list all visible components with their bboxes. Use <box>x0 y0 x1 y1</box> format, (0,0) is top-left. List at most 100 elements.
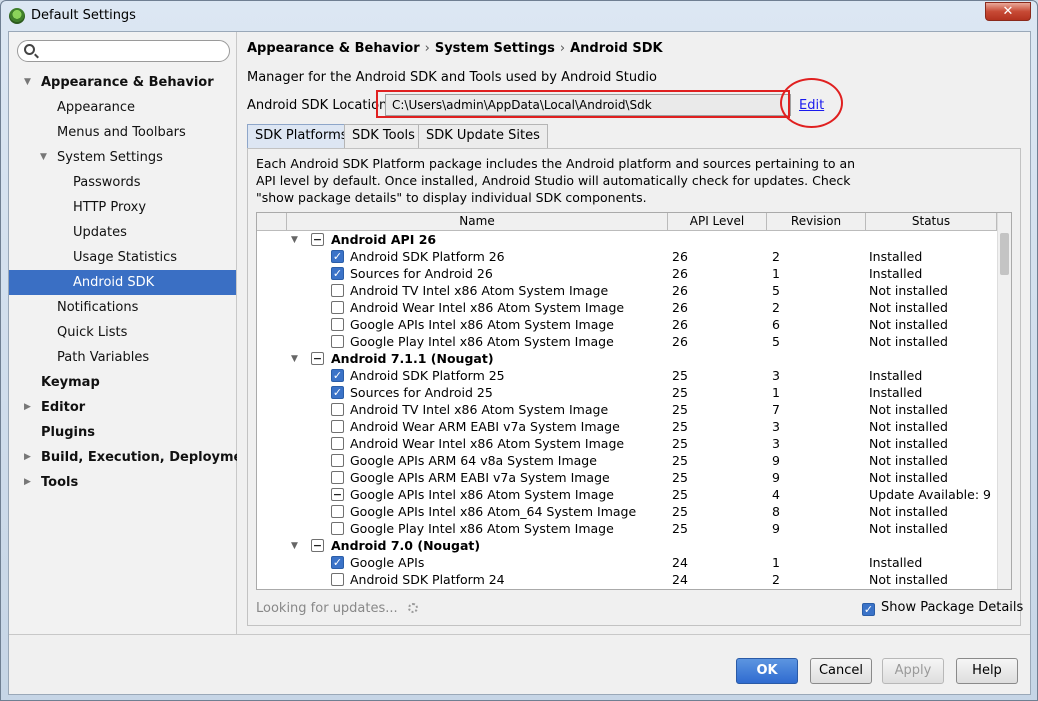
group-checkbox[interactable]: − <box>311 539 324 552</box>
api-level-cell: 25 <box>672 504 688 519</box>
sidebar-item-notifications[interactable]: Notifications <box>9 295 236 320</box>
help-button[interactable]: Help <box>956 658 1018 684</box>
table-group-row[interactable]: ▼ − Android 7.0 (Nougat) <box>257 537 997 554</box>
sidebar-item-usage-statistics[interactable]: Usage Statistics <box>9 245 236 270</box>
package-checkbox[interactable]: − <box>331 488 344 501</box>
red-highlight-ellipse <box>780 78 843 128</box>
group-checkbox[interactable]: − <box>311 233 324 246</box>
table-group-row[interactable]: ▼ − Android 7.1.1 (Nougat) <box>257 350 997 367</box>
table-row[interactable]: Android Wear Intel x86 Atom System Image… <box>257 299 997 316</box>
table-body: ▼ − Android API 26 ✓ Android SDK Platform 26… <box>257 231 997 588</box>
sidebar-item-appearance[interactable]: Appearance <box>9 95 236 120</box>
sidebar-item-editor[interactable]: ▶ Editor <box>9 395 236 420</box>
collapsed-arrow-icon[interactable]: ▶ <box>24 470 31 495</box>
table-group-row[interactable]: ▼ − Android API 26 <box>257 231 997 248</box>
table-row[interactable]: ✓ Sources for Android 26 26 1 Installed <box>257 265 997 282</box>
collapsed-arrow-icon[interactable]: ▶ <box>24 395 31 420</box>
sidebar-item-keymap[interactable]: Keymap <box>9 370 236 395</box>
sidebar-item-system-settings[interactable]: ▼ System Settings <box>9 145 236 170</box>
table-row[interactable]: ✓ Sources for Android 25 25 1 Installed <box>257 384 997 401</box>
table-row[interactable]: Google APIs Intel x86 Atom_64 System Ima… <box>257 503 997 520</box>
show-package-details[interactable]: ✓ Show Package Details <box>862 600 1023 616</box>
package-checkbox[interactable] <box>331 471 344 484</box>
package-checkbox[interactable] <box>331 318 344 331</box>
package-checkbox[interactable] <box>331 301 344 314</box>
package-checkbox[interactable] <box>331 403 344 416</box>
package-name: Google APIs Intel x86 Atom_64 System Ima… <box>350 504 637 519</box>
sidebar-item-quick-lists[interactable]: Quick Lists <box>9 320 236 345</box>
table-row[interactable]: Google Play Intel x86 Atom System Image 2… <box>257 520 997 537</box>
title-bar[interactable]: Default Settings ✕ <box>1 1 1037 31</box>
sidebar-item-build-execution-deployment[interactable]: ▶ Build, Execution, Deployment <box>9 445 258 470</box>
table-row[interactable]: ✓ Android SDK Platform 25 25 3 Installed <box>257 367 997 384</box>
sidebar-item-updates[interactable]: Updates <box>9 220 236 245</box>
breadcrumb-separator: › <box>559 41 566 56</box>
show-details-checkbox[interactable]: ✓ <box>862 603 875 616</box>
column-header-api-level[interactable]: API Level <box>668 213 767 231</box>
table-row[interactable]: Android TV Intel x86 Atom System Image 26… <box>257 282 997 299</box>
column-header-toggle <box>257 213 287 231</box>
tab-sdk-platforms[interactable]: SDK Platforms <box>247 124 356 148</box>
expanded-arrow-icon[interactable]: ▼ <box>291 235 298 245</box>
red-highlight-box <box>376 90 790 118</box>
table-row[interactable]: ✓ Google APIs 24 1 Installed <box>257 554 997 571</box>
sidebar-item-http-proxy[interactable]: HTTP Proxy <box>9 195 236 220</box>
expanded-arrow-icon[interactable]: ▼ <box>40 145 47 170</box>
package-checkbox[interactable] <box>331 420 344 433</box>
expanded-arrow-icon[interactable]: ▼ <box>24 70 31 95</box>
search-input[interactable] <box>40 43 225 59</box>
sidebar-item-appearance-behavior[interactable]: ▼ Appearance & Behavior <box>9 70 236 95</box>
ok-button[interactable]: OK <box>736 658 798 684</box>
status-cell: Installed <box>869 385 923 400</box>
package-checkbox[interactable] <box>331 437 344 450</box>
expanded-arrow-icon[interactable]: ▼ <box>291 354 298 364</box>
table-row[interactable]: Android SDK Platform 24 24 2 Not installed <box>257 571 997 588</box>
expanded-arrow-icon[interactable]: ▼ <box>291 541 298 551</box>
close-button[interactable]: ✕ <box>985 2 1031 21</box>
package-checkbox[interactable]: ✓ <box>331 267 344 280</box>
table-row[interactable]: Google APIs ARM EABI v7a System Image 25 9… <box>257 469 997 486</box>
cancel-button[interactable]: Cancel <box>810 658 872 684</box>
sidebar-item-path-variables[interactable]: Path Variables <box>9 345 236 370</box>
apply-button[interactable]: Apply <box>882 658 944 684</box>
package-checkbox[interactable] <box>331 454 344 467</box>
status-cell: Installed <box>869 249 923 264</box>
table-row[interactable]: Google APIs Intel x86 Atom System Image 2… <box>257 316 997 333</box>
package-checkbox[interactable]: ✓ <box>331 556 344 569</box>
column-header-status[interactable]: Status <box>866 213 997 231</box>
column-header-revision[interactable]: Revision <box>767 213 866 231</box>
vertical-scrollbar[interactable] <box>997 213 1011 589</box>
loading-status: Looking for updates... <box>256 601 418 616</box>
settings-window: Default Settings ✕ ▼ Appearance & Behavi… <box>0 0 1038 701</box>
table-row[interactable]: − Google APIs Intel x86 Atom System Image… <box>257 486 997 503</box>
sidebar-item-tools[interactable]: ▶ Tools <box>9 470 236 495</box>
package-checkbox[interactable] <box>331 505 344 518</box>
package-checkbox[interactable] <box>331 335 344 348</box>
table-row[interactable]: Android Wear ARM EABI v7a System Image 25… <box>257 418 997 435</box>
package-checkbox[interactable]: ✓ <box>331 250 344 263</box>
table-row[interactable]: Google Play Intel x86 Atom System Image 2… <box>257 333 997 350</box>
group-checkbox[interactable]: − <box>311 352 324 365</box>
scrollbar-thumb[interactable] <box>1000 233 1009 275</box>
collapsed-arrow-icon[interactable]: ▶ <box>24 445 31 470</box>
table-row[interactable]: Google APIs ARM 64 v8a System Image 25 9 No… <box>257 452 997 469</box>
sidebar-item-menus-toolbars[interactable]: Menus and Toolbars <box>9 120 236 145</box>
package-checkbox[interactable]: ✓ <box>331 386 344 399</box>
search-box[interactable] <box>17 40 230 62</box>
table-row[interactable]: ✓ Android SDK Platform 26 26 2 Installed <box>257 248 997 265</box>
sidebar-item-passwords[interactable]: Passwords <box>9 170 236 195</box>
package-checkbox[interactable] <box>331 573 344 586</box>
sidebar-item-plugins[interactable]: Plugins <box>9 420 236 445</box>
status-cell: Not installed <box>869 402 948 417</box>
table-row[interactable]: Android TV Intel x86 Atom System Image 25… <box>257 401 997 418</box>
tab-sdk-tools[interactable]: SDK Tools <box>344 124 423 148</box>
tab-sdk-update-sites[interactable]: SDK Update Sites <box>418 124 548 148</box>
table-row[interactable]: Android Wear Intel x86 Atom System Image… <box>257 435 997 452</box>
package-name: Google Play Intel x86 Atom System Image <box>350 521 614 536</box>
column-header-name[interactable]: Name <box>287 213 668 231</box>
status-cell: Installed <box>869 368 923 383</box>
sidebar-item-android-sdk[interactable]: Android SDK <box>9 270 236 295</box>
package-checkbox[interactable] <box>331 284 344 297</box>
package-checkbox[interactable]: ✓ <box>331 369 344 382</box>
package-checkbox[interactable] <box>331 522 344 535</box>
